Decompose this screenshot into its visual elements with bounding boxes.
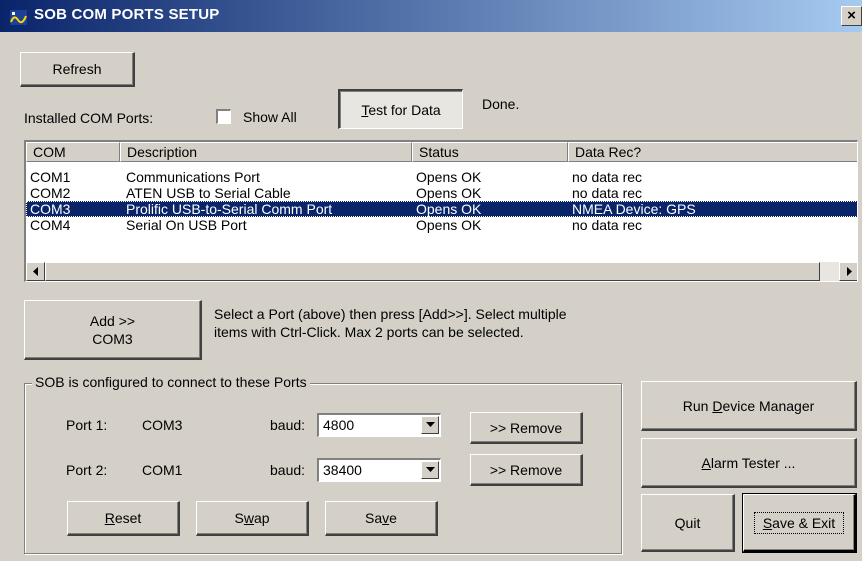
test-status-text: Done. — [482, 96, 520, 112]
chevron-down-icon — [425, 467, 435, 472]
window-title: SOB COM PORTS SETUP — [34, 6, 220, 23]
port2-label: Port 2: — [66, 462, 108, 478]
refresh-button[interactable]: Refresh — [20, 52, 135, 87]
port2-baud-select[interactable]: 38400 — [317, 458, 441, 482]
test-for-data-button[interactable]: Test for Data — [338, 89, 463, 129]
dropdown-button[interactable] — [421, 416, 439, 434]
com-ports-table[interactable]: COM Description Status Data Rec? COM1 Co… — [24, 140, 858, 282]
table-row[interactable]: COM2 ATEN USB to Serial Cable Opens OK n… — [26, 185, 857, 201]
save-button[interactable]: Save — [325, 501, 438, 536]
quit-button[interactable]: Quit — [641, 494, 735, 552]
column-header-status[interactable]: Status — [412, 142, 568, 162]
run-device-manager-button[interactable]: Run Device Manager — [641, 381, 857, 431]
sob-app-icon — [10, 10, 27, 25]
table-row-selected[interactable]: COM3 Prolific USB-to-Serial Comm Port Op… — [26, 201, 857, 217]
port1-label: Port 1: — [66, 417, 108, 433]
table-row[interactable]: COM4 Serial On USB Port Opens OK no data… — [26, 217, 857, 233]
alarm-tester-button[interactable]: Alarm Tester ... — [641, 438, 857, 488]
scroll-thumb[interactable] — [45, 262, 820, 281]
show-all-label[interactable]: Show All — [243, 109, 297, 125]
horizontal-scrollbar[interactable] — [26, 262, 857, 281]
table-header: COM Description Status Data Rec? — [26, 142, 857, 162]
add-help-text-line2: items with Ctrl-Click. Max 2 ports can b… — [214, 324, 524, 340]
scroll-left-button[interactable] — [26, 262, 45, 281]
swap-button[interactable]: Swap — [196, 501, 309, 536]
title-bar[interactable]: SOB COM PORTS SETUP × — [0, 0, 862, 32]
installed-com-ports-label: Installed COM Ports: — [24, 110, 154, 126]
port2-baud-label: baud: — [270, 462, 306, 478]
column-header-data-rec[interactable]: Data Rec? — [568, 142, 857, 162]
add-port-button[interactable]: Add >> COM3 — [24, 300, 202, 360]
show-all-checkbox[interactable] — [216, 109, 231, 124]
port1-remove-button[interactable]: >> Remove — [470, 412, 583, 444]
save-and-exit-button[interactable]: Save & Exit — [742, 493, 857, 553]
column-header-description[interactable]: Description — [120, 142, 412, 162]
close-button[interactable]: × — [841, 6, 862, 26]
configured-ports-group-title: SOB is configured to connect to these Po… — [32, 374, 310, 390]
setup-window: SOB COM PORTS SETUP × Refresh Installed … — [0, 0, 862, 561]
table-row[interactable]: COM1 Communications Port Opens OK no dat… — [26, 169, 857, 185]
reset-button[interactable]: Reset — [67, 501, 180, 536]
scroll-right-button[interactable] — [839, 262, 857, 281]
port2-com: COM1 — [142, 462, 183, 478]
port1-baud-select[interactable]: 4800 — [317, 413, 441, 437]
add-help-text-line1: Select a Port (above) then press [Add>>]… — [214, 306, 567, 322]
port2-remove-button[interactable]: >> Remove — [470, 454, 583, 486]
dropdown-button[interactable] — [421, 461, 439, 479]
chevron-down-icon — [425, 422, 435, 427]
port1-baud-label: baud: — [270, 417, 306, 433]
port1-com: COM3 — [142, 417, 183, 433]
arrow-right-icon — [846, 267, 852, 276]
close-icon: × — [847, 7, 856, 24]
arrow-left-icon — [32, 267, 38, 276]
column-header-com[interactable]: COM — [26, 142, 120, 162]
